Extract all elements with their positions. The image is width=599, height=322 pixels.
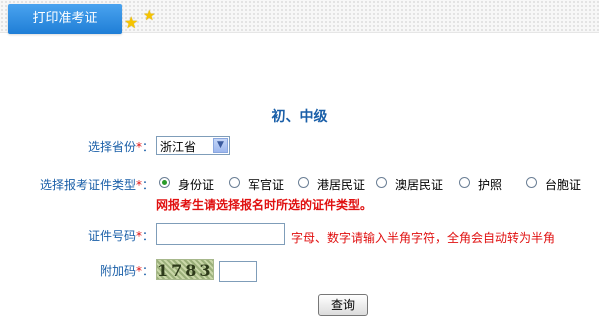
id-type-label: 选择报考证件类型*： — [39, 178, 154, 192]
radio-label-passport: 护照 — [478, 178, 503, 192]
star-icon: ★ — [124, 13, 139, 32]
page-title: 初、中级 — [271, 109, 328, 125]
radio-passport[interactable] — [459, 177, 470, 188]
id-type-warning: 网报考生请选择报名时所选的证件类型。 — [156, 198, 373, 212]
radio-label-officer-card: 军官证 — [248, 178, 285, 192]
radio-label-hk-resident: 港居民证 — [317, 178, 366, 192]
radio-officer-card[interactable] — [229, 177, 240, 188]
captcha-image: 1783 — [156, 259, 214, 280]
id-number-label: 证件号码*： — [87, 229, 154, 243]
query-button[interactable]: 查询 — [318, 294, 368, 316]
captcha-label: 附加码*： — [99, 264, 154, 278]
chevron-down-icon[interactable]: ▼ — [213, 138, 228, 153]
id-number-hint: 字母、数字请输入半角字符，全角会自动转为半角 — [291, 231, 556, 245]
radio-id-card[interactable] — [159, 177, 170, 188]
province-select-value: 浙江省 — [160, 140, 197, 154]
radio-label-id-card: 身份证 — [178, 178, 215, 192]
province-label: 选择省份*： — [87, 140, 154, 154]
star-icon: ★ — [143, 8, 156, 24]
province-select[interactable]: 浙江省 ▼ — [156, 136, 230, 155]
radio-label-taiwan-pass: 台胞证 — [545, 178, 582, 192]
tab-print-admission-ticket[interactable]: 打印准考证 — [8, 4, 122, 34]
radio-label-macau-resident: 澳居民证 — [395, 178, 444, 192]
id-number-input[interactable] — [156, 223, 285, 245]
radio-hk-resident[interactable] — [298, 177, 309, 188]
radio-macau-resident[interactable] — [376, 177, 387, 188]
captcha-input[interactable] — [219, 261, 257, 282]
radio-taiwan-pass[interactable] — [526, 177, 537, 188]
